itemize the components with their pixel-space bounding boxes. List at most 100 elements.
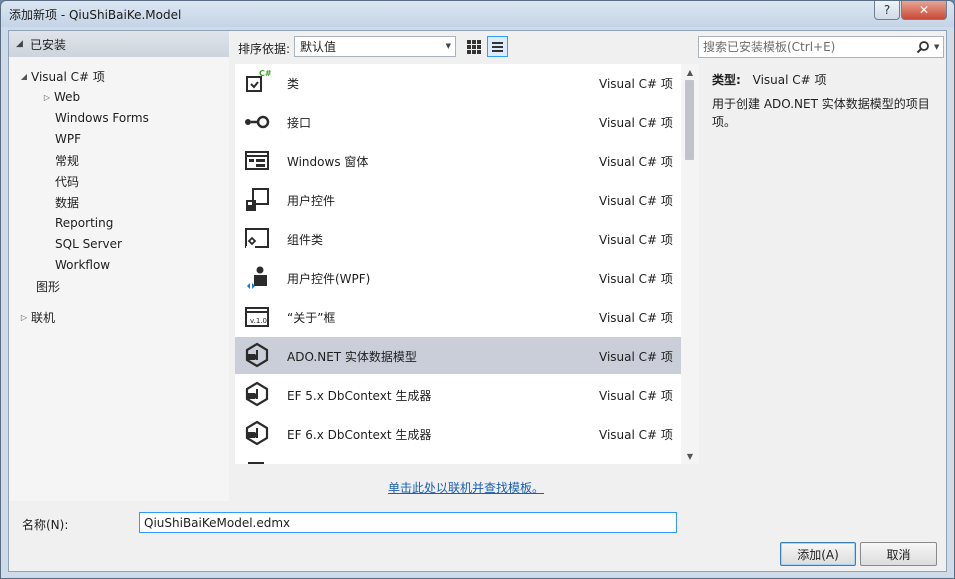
category-tree: ◢ 已安装 ◢ Visual C# 项 ▷ Web Windows Forms … [9,31,229,501]
tree-item-label: 常规 [55,153,80,168]
detail-type-value: Visual C# 项 [752,73,827,87]
template-language: Visual C# 项 [599,350,673,364]
tree-item-general[interactable]: 常规 [55,150,79,170]
template-language: Visual C# 项 [599,272,673,286]
sort-by-value: 默认值 [300,40,337,54]
template-row-about-box[interactable]: v.1.0 “关于”框 Visual C# 项 [235,298,681,335]
template-language: Visual C# 项 [599,233,673,247]
tree-item-label: Reporting [55,216,114,230]
tree-item-sql-server[interactable]: SQL Server [55,234,122,254]
chevron-down-icon: ▼ [445,42,451,50]
tree-item-windows-forms[interactable]: Windows Forms [55,108,149,128]
scrollbar-thumb[interactable] [685,80,694,160]
template-name: “关于”框 [287,311,336,325]
template-language: Visual C# 项 [599,116,673,130]
detail-type: 类型: Visual C# 项 [712,71,827,88]
expand-arrow-icon: ▷ [43,92,51,102]
template-row-ef5-generator[interactable]: EF 5.x DbContext 生成器 Visual C# 项 [235,376,681,413]
window-title: 添加新项 - QiuShiBaiKe.Model [9,8,182,22]
tree-item-label: SQL Server [55,237,122,251]
find-templates-online-link[interactable]: 单击此处以联机并查找模板。 [388,479,544,496]
tree-item-label: Windows Forms [55,111,149,125]
ef-generator-icon [245,420,269,446]
template-language: Visual C# 项 [599,389,673,403]
search-icon[interactable] [916,40,930,54]
tree-item-label: Web [54,90,81,104]
tree-item-label: 代码 [55,174,80,189]
tree-item-reporting[interactable]: Reporting [55,213,113,233]
tree-item-data[interactable]: 数据 [55,192,79,212]
small-icons-view-button[interactable] [463,36,484,57]
expanded-arrow-icon: ◢ [20,71,28,81]
help-button[interactable]: ? [874,1,900,20]
template-name: Windows 窗体 [287,155,369,169]
template-row-class[interactable]: C# 类 Visual C# 项 [235,64,681,101]
tree-item-label: 联机 [31,310,56,325]
template-row-partial[interactable] [235,454,681,464]
add-button[interactable]: 添加(A) [780,542,856,566]
name-label: 名称(N): [22,518,69,532]
template-language: Visual C# 项 [599,155,673,169]
detail-type-key: 类型: [712,73,741,87]
cancel-button[interactable]: 取消 [860,542,937,566]
template-language: Visual C# 项 [599,428,673,442]
close-button[interactable]: ✕ [901,1,947,20]
template-name: 类 [287,77,300,91]
user-control-icon [246,188,269,211]
tree-item-label: Visual C# 项 [31,69,105,84]
template-name: EF 6.x DbContext 生成器 [287,428,432,442]
about-box-icon: v.1.0 [245,307,269,327]
tree-item-code[interactable]: 代码 [55,171,79,191]
tree-item-label: 数据 [55,195,80,210]
collapse-arrow-icon: ◢ [16,39,23,49]
tree-header-label: 已安装 [30,37,67,52]
template-row-ef6-generator[interactable]: EF 6.x DbContext 生成器 Visual C# 项 [235,415,681,452]
grid-view-icon [466,39,481,54]
template-row-wpf-user-control[interactable]: 用户控件(WPF) Visual C# 项 [235,259,681,296]
document-icon [248,462,264,464]
template-name: 接口 [287,116,312,130]
sort-by-combobox[interactable]: 默认值 ▼ [294,36,456,57]
template-row-windows-form[interactable]: Windows 窗体 Visual C# 项 [235,142,681,179]
list-view-icon [492,41,503,52]
scroll-down-icon[interactable]: ▼ [681,448,699,464]
add-new-item-dialog: 添加新项 - QiuShiBaiKe.Model ? ✕ ◢ 已安装 ◢ Vis… [0,0,955,579]
dialog-client-area: ◢ 已安装 ◢ Visual C# 项 ▷ Web Windows Forms … [8,30,947,572]
class-icon: C# [246,69,271,92]
windows-form-icon [245,151,269,170]
template-row-ado-net-entity-model[interactable]: ADO.NET 实体数据模型 Visual C# 项 [235,337,681,374]
tree-header-installed[interactable]: ◢ 已安装 [9,31,229,57]
template-language: Visual C# 项 [599,311,673,325]
svg-text:v.1.0: v.1.0 [250,317,267,325]
tree-item-web[interactable]: ▷ Web [40,87,80,107]
tree-item-workflow[interactable]: Workflow [55,255,110,275]
interface-icon [245,115,270,129]
template-row-user-control[interactable]: 用户控件 Visual C# 项 [235,181,681,218]
search-installed-templates[interactable]: ▼ [698,36,944,58]
template-name: EF 5.x DbContext 生成器 [287,389,432,403]
search-input[interactable] [703,39,908,55]
tree-item-graphics[interactable]: 图形 [36,276,60,296]
wpf-user-control-icon [247,266,267,289]
tree-item-online[interactable]: ▷ 联机 [17,307,55,327]
ef-generator-icon [245,381,269,407]
template-row-interface[interactable]: 接口 Visual C# 项 [235,103,681,140]
template-language: Visual C# 项 [599,194,673,208]
component-class-icon [245,228,269,248]
template-list[interactable]: C# 类 Visual C# 项 接口 Visual C# 项 Windows … [235,64,699,464]
name-input[interactable] [139,512,677,533]
tree-item-label: WPF [55,132,82,146]
entity-model-icon [245,342,269,368]
title-bar[interactable]: 添加新项 - QiuShiBaiKe.Model ? ✕ [1,1,954,27]
scroll-up-icon[interactable]: ▲ [681,64,699,80]
tree-item-visual-csharp[interactable]: ◢ Visual C# 项 [17,66,105,86]
expand-arrow-icon: ▷ [20,312,28,322]
tree-item-wpf[interactable]: WPF [55,129,81,149]
template-row-component-class[interactable]: 组件类 Visual C# 项 [235,220,681,257]
template-name: 用户控件(WPF) [287,272,371,286]
chevron-down-icon[interactable]: ▼ [934,43,939,51]
tree-item-label: 图形 [36,279,61,294]
template-list-scrollbar[interactable]: ▲ ▼ [681,64,699,464]
details-view-button[interactable] [487,36,508,57]
sort-by-label: 排序依据: [238,42,291,56]
